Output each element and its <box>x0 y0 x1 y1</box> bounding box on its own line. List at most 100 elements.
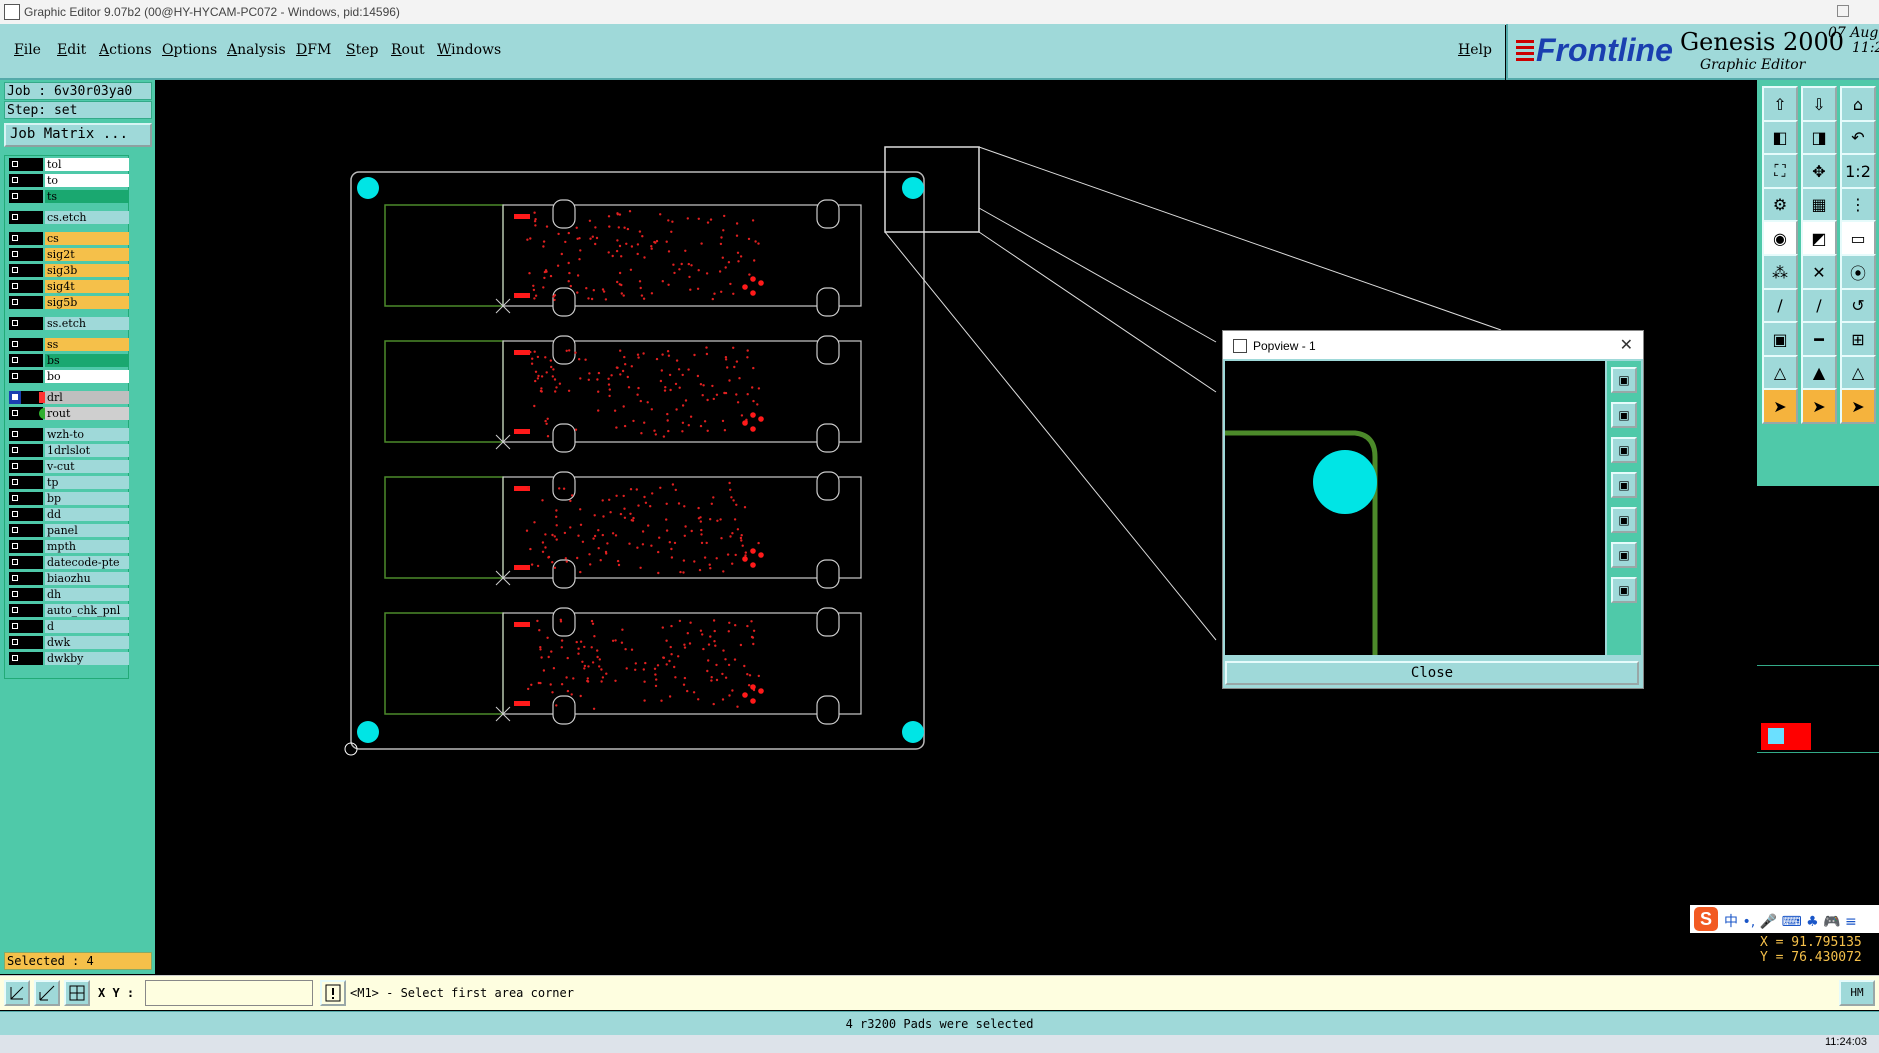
layer-row-bs[interactable]: bs <box>7 354 129 367</box>
fiducial-pad[interactable] <box>357 721 379 743</box>
layer-affected-marker[interactable] <box>21 444 43 457</box>
layer-affected-marker[interactable] <box>21 370 43 383</box>
layer-row-dwk[interactable]: dwk <box>7 636 129 649</box>
hm-button[interactable]: HM <box>1839 980 1875 1006</box>
layer-row-bp[interactable]: bp <box>7 492 129 505</box>
layer-checkbox[interactable] <box>9 232 21 245</box>
pointer-button[interactable]: ➤ <box>1762 388 1798 425</box>
draw-line2-button[interactable]: ∕ <box>1801 287 1837 324</box>
layer-row-ss[interactable]: ss <box>7 338 129 351</box>
layer-checkbox[interactable] <box>9 620 21 633</box>
xy-input[interactable] <box>145 980 313 1006</box>
drill-slot[interactable] <box>514 622 530 627</box>
ime-toolbar[interactable]: S 中 •, 🎤 ⌨ ♣ 🎮 ≡ <box>1690 905 1879 933</box>
triangle-button[interactable]: △ <box>1762 354 1798 391</box>
layer-affected-marker[interactable] <box>21 280 43 293</box>
layer-affected-marker[interactable] <box>21 190 43 203</box>
node-button[interactable]: ⦿ <box>1840 254 1876 290</box>
layer-name[interactable]: ts <box>45 190 129 203</box>
zoom-fit-button[interactable]: ▣ <box>1611 367 1637 393</box>
layer-name[interactable]: panel <box>45 524 129 537</box>
cross-button[interactable]: ✕ <box>1801 254 1837 290</box>
layer-row-auto-chk-pnl[interactable]: auto_chk_pnl <box>7 604 129 617</box>
fit-all-button[interactable]: ▣ <box>1611 542 1637 568</box>
popview-close-button[interactable]: Close <box>1225 661 1639 685</box>
layer-checkbox[interactable] <box>9 460 21 473</box>
layer-checkbox[interactable] <box>9 391 21 404</box>
layer-checkbox[interactable] <box>9 572 21 585</box>
layer-view-button[interactable]: ⋮ <box>1840 186 1876 223</box>
layer-name[interactable]: 1drlslot <box>45 444 129 457</box>
grid-mode-button[interactable] <box>64 980 90 1006</box>
layer-checkbox[interactable] <box>9 317 21 330</box>
pointer2-button[interactable]: ➤ <box>1801 388 1837 425</box>
layer-checkbox[interactable] <box>9 556 21 569</box>
layer-row-wzh-to[interactable]: wzh-to <box>7 428 129 441</box>
ruler-button[interactable]: ▭ <box>1840 220 1876 257</box>
connect-button[interactable]: ⁂ <box>1762 254 1798 290</box>
layer-name[interactable]: datecode-pte <box>45 556 129 569</box>
layer-row-datecode-pte[interactable]: datecode-pte <box>7 556 129 569</box>
fit-button[interactable]: ⛶ <box>1762 153 1798 190</box>
fiducial-pad[interactable] <box>1313 450 1377 514</box>
layer-row-cs-etch[interactable]: cs.etch <box>7 211 129 224</box>
zoom-in-button[interactable]: ⇧ <box>1762 86 1798 122</box>
layer-name[interactable]: dwkby <box>45 652 129 665</box>
resize-button[interactable]: ⊞ <box>1840 321 1876 358</box>
layer-checkbox[interactable] <box>9 248 21 261</box>
layer-affected-marker[interactable] <box>21 248 43 261</box>
layer-name[interactable]: dh <box>45 588 129 601</box>
layer-name[interactable]: rout <box>45 407 129 420</box>
layer-affected-marker[interactable] <box>21 604 43 617</box>
layer-affected-marker[interactable] <box>21 588 43 601</box>
layer-checkbox[interactable] <box>9 338 21 351</box>
layer-affected-marker[interactable] <box>21 391 50 404</box>
layer-row-ss-etch[interactable]: ss.etch <box>7 317 129 330</box>
drill-slot[interactable] <box>514 565 530 570</box>
add-pad-button[interactable]: ▣ <box>1762 321 1798 358</box>
layer-checkbox[interactable] <box>9 211 21 224</box>
layer-affected-marker[interactable] <box>21 652 43 665</box>
menu-rout[interactable]: Rout <box>391 42 425 58</box>
layer-row-dwkby[interactable]: dwkby <box>7 652 129 665</box>
pan-right-button[interactable]: ▣ <box>1611 507 1637 533</box>
info-button[interactable] <box>320 980 346 1006</box>
layer-name[interactable]: bs <box>45 354 129 367</box>
layer-affected-marker[interactable] <box>21 492 43 505</box>
layer-affected-marker[interactable] <box>21 158 43 171</box>
menu-step[interactable]: Step <box>346 42 378 58</box>
layer-checkbox[interactable] <box>9 428 21 441</box>
fiducial-pad[interactable] <box>357 177 379 199</box>
layer-checkbox[interactable] <box>9 508 21 521</box>
layer-affected-marker[interactable] <box>21 174 43 187</box>
layer-name[interactable]: sig5b <box>45 296 129 309</box>
drill-slot[interactable] <box>514 429 530 434</box>
menu-edit[interactable]: Edit <box>57 42 86 58</box>
layer-row-dd[interactable]: dd <box>7 508 129 521</box>
layer-row-drl[interactable]: drl <box>7 391 129 404</box>
layer-name[interactable]: biaozhu <box>45 572 129 585</box>
layer-checkbox[interactable] <box>9 190 21 203</box>
layer-affected-marker[interactable] <box>21 264 43 277</box>
layer-checkbox[interactable] <box>9 370 21 383</box>
layer-row-biaozhu[interactable]: biaozhu <box>7 572 129 585</box>
arc-button[interactable]: ↺ <box>1840 287 1876 324</box>
layer-row-mpth[interactable]: mpth <box>7 540 129 553</box>
layer-name[interactable]: mpth <box>45 540 129 553</box>
layer-affected-marker[interactable] <box>21 476 43 489</box>
layer-affected-marker[interactable] <box>21 338 43 351</box>
triangle3-button[interactable]: △ <box>1840 354 1876 391</box>
layer-affected-marker[interactable] <box>21 354 43 367</box>
zoom-out-button[interactable]: ⇩ <box>1801 86 1837 122</box>
layer-checkbox[interactable] <box>9 444 21 457</box>
fiducial-pad[interactable] <box>902 177 924 199</box>
pad-button[interactable]: ◉ <box>1762 220 1798 257</box>
measure-mode-button[interactable] <box>34 980 60 1006</box>
maximize-icon[interactable] <box>1837 5 1849 17</box>
layer-affected-marker[interactable] <box>21 317 43 330</box>
layer-name[interactable]: v-cut <box>45 460 129 473</box>
layer-row-sig4t[interactable]: sig4t <box>7 280 129 293</box>
layer-affected-marker[interactable] <box>21 524 43 537</box>
menu-file[interactable]: File <box>14 42 41 58</box>
pan-right-button[interactable]: ◨ <box>1801 119 1837 156</box>
